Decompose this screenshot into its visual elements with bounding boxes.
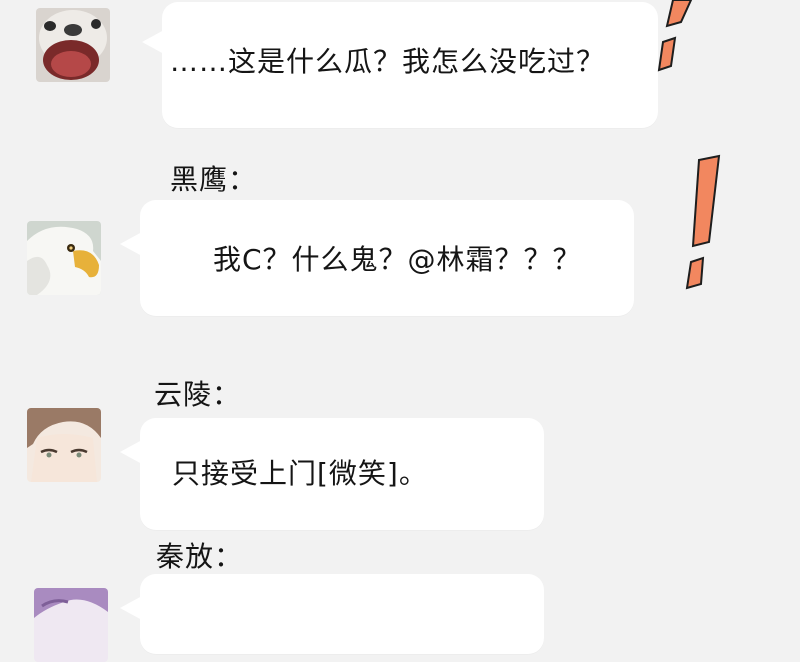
message-text: 我C？什么鬼？@林霜？？？ [213,243,582,276]
sender-name: 云陵： [154,378,242,411]
man-avatar[interactable] [27,408,101,482]
message-bubble [140,574,544,654]
bubble-tail [120,232,142,256]
bubble-tail [120,596,142,620]
dog-avatar[interactable] [36,8,110,82]
message-text: 只接受上门[微笑]。 [172,457,428,490]
bubble-tail [142,30,164,54]
exclamation-icon [657,0,693,72]
bubble-tail [120,440,142,464]
exclamation-icon [685,154,721,290]
sender-name: 秦放： [156,540,244,573]
eagle-avatar[interactable] [27,221,101,295]
purple-hair-avatar[interactable] [34,588,108,662]
sender-name: 黑鹰： [170,163,258,196]
message-text: ……这是什么瓜？我怎么没吃过？ [170,45,606,78]
